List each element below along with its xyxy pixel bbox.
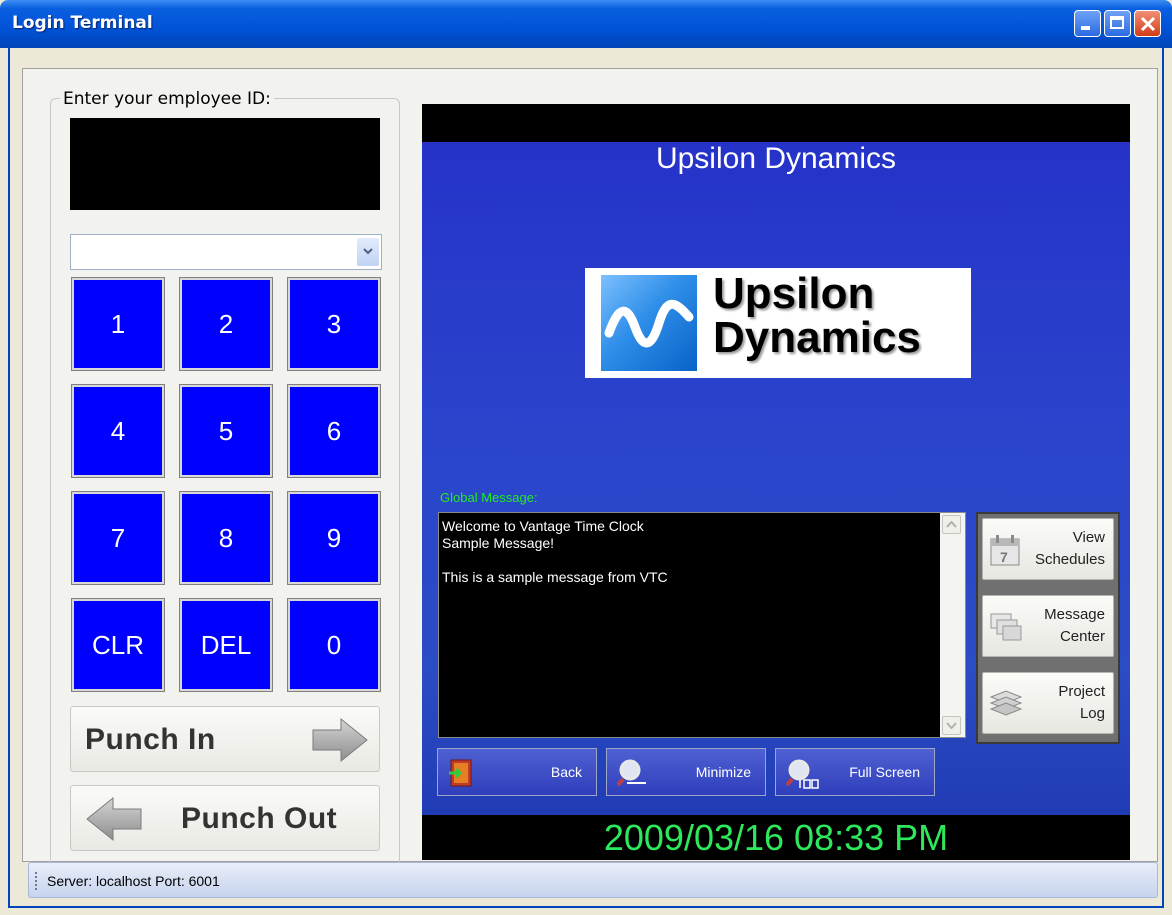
- status-text: Server: localhost Port: 6001: [47, 873, 220, 889]
- exit-door-icon: [449, 759, 472, 787]
- chevron-down-icon: [363, 248, 373, 255]
- dropdown-button[interactable]: [357, 238, 379, 266]
- logo-text: Upsilon Dynamics: [713, 272, 921, 360]
- punch-in-button[interactable]: Punch In: [70, 706, 380, 772]
- view-schedules-line1: View: [1072, 529, 1105, 546]
- svg-text:7: 7: [1000, 549, 1008, 565]
- global-message-scrollbar[interactable]: [940, 513, 965, 737]
- message-center-button[interactable]: Message Center: [982, 595, 1114, 657]
- window-title: Login Terminal: [12, 13, 153, 33]
- chevron-down-icon: [946, 722, 957, 729]
- key-clear[interactable]: CLR: [71, 598, 165, 692]
- minimize-label: Minimize: [695, 764, 751, 780]
- company-name: Upsilon Dynamics: [655, 142, 897, 175]
- zoom-full-icon: [786, 759, 819, 789]
- key-4[interactable]: 4: [71, 384, 165, 478]
- scroll-down-button[interactable]: [942, 716, 961, 735]
- global-message-label: Global Message:: [440, 490, 538, 505]
- close-icon: [1140, 16, 1156, 32]
- layers-icon: [989, 690, 1023, 716]
- key-5[interactable]: 5: [179, 384, 273, 478]
- employee-id-display[interactable]: [70, 118, 380, 210]
- clock-display: 2009/03/16 08:33 PM: [603, 817, 949, 858]
- logo-wave-square: [601, 275, 697, 371]
- key-7[interactable]: 7: [71, 491, 165, 585]
- full-screen-label: Full Screen: [849, 764, 920, 780]
- key-2[interactable]: 2: [179, 277, 273, 371]
- message-center-line2: Center: [1059, 628, 1105, 645]
- chevron-up-icon: [946, 521, 957, 528]
- company-logo: Upsilon Dynamics: [585, 268, 971, 378]
- scroll-up-button[interactable]: [942, 515, 961, 534]
- employee-select[interactable]: [70, 234, 382, 270]
- arrow-right-icon: [312, 717, 368, 763]
- title-bar[interactable]: Login Terminal: [0, 0, 1172, 48]
- back-label: Back: [550, 764, 582, 780]
- status-grip: [35, 872, 40, 890]
- key-3[interactable]: 3: [287, 277, 381, 371]
- project-log-line2: Log: [1079, 705, 1105, 722]
- arrow-left-icon: [86, 796, 142, 842]
- full-screen-button[interactable]: Full Screen: [775, 748, 935, 796]
- key-delete[interactable]: DEL: [179, 598, 273, 692]
- maximize-window-button[interactable]: [1104, 10, 1131, 37]
- project-log-button[interactable]: Project Log: [982, 672, 1114, 734]
- display-panel: [422, 104, 1130, 860]
- message-center-label: Message Center: [1044, 604, 1105, 648]
- global-message-text[interactable]: Welcome to Vantage Time Clock Sample Mes…: [442, 518, 932, 586]
- messages-icon: [990, 613, 1022, 641]
- view-schedules-button[interactable]: 7 View Schedules: [982, 518, 1114, 580]
- key-0[interactable]: 0: [287, 598, 381, 692]
- display-header-bar: [422, 104, 1130, 142]
- employee-id-legend: Enter your employee ID:: [60, 89, 274, 109]
- punch-out-button[interactable]: Punch Out: [70, 785, 380, 851]
- minimize-button[interactable]: Minimize: [606, 748, 766, 796]
- status-bar: Server: localhost Port: 6001: [28, 862, 1158, 898]
- logo-text-line1: Upsilon: [713, 269, 875, 318]
- wave-icon: [604, 299, 694, 348]
- punch-in-label: Punch In: [85, 723, 216, 756]
- calendar-icon: 7: [990, 535, 1020, 566]
- view-schedules-label: View Schedules: [1035, 527, 1105, 571]
- key-6[interactable]: 6: [287, 384, 381, 478]
- zoom-out-icon: [617, 759, 646, 787]
- punch-out-label: Punch Out: [181, 802, 338, 835]
- view-schedules-line2: Schedules: [1034, 551, 1105, 568]
- close-window-button[interactable]: [1134, 10, 1161, 37]
- minimize-window-button[interactable]: [1074, 10, 1101, 37]
- key-8[interactable]: 8: [179, 491, 273, 585]
- key-1[interactable]: 1: [71, 277, 165, 371]
- project-log-label: Project Log: [1058, 681, 1105, 725]
- message-center-line1: Message: [1044, 606, 1105, 623]
- project-log-line1: Project: [1058, 683, 1105, 700]
- back-button[interactable]: Back: [437, 748, 597, 796]
- logo-text-line2: Dynamics: [713, 313, 921, 362]
- key-9[interactable]: 9: [287, 491, 381, 585]
